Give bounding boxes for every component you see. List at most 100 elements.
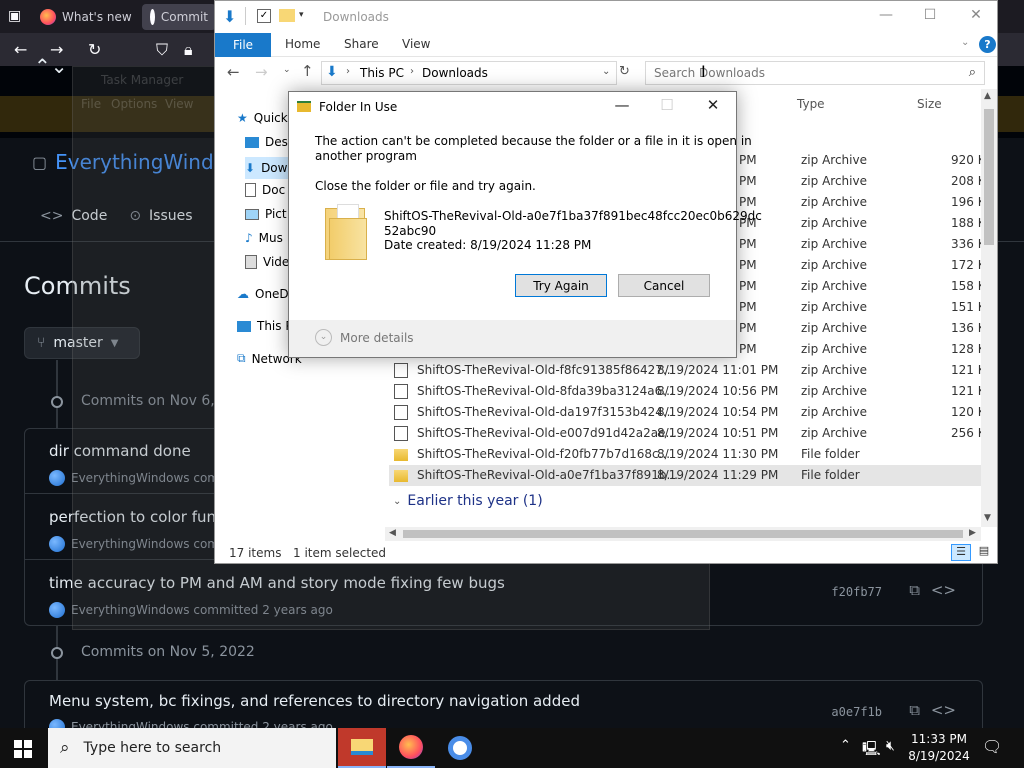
- commit-message[interactable]: Menu system, bc fixings, and references …: [49, 692, 580, 710]
- back-icon[interactable]: ←: [227, 63, 240, 81]
- copy-icon[interactable]: ⧉: [909, 581, 920, 599]
- file-row[interactable]: ShiftOS-TheRevival-Old-f20fb77b7d168c...…: [389, 444, 981, 465]
- commit-group-date: Commits on Nov 5, 2022: [81, 644, 255, 660]
- file-date: PM: [739, 195, 757, 209]
- up-icon[interactable]: ↑: [301, 62, 314, 80]
- scroll-right-icon[interactable]: ▶: [969, 528, 976, 538]
- tab-label: What's new: [62, 10, 132, 24]
- windows-start-icon[interactable]: [14, 740, 32, 758]
- forward-icon[interactable]: →: [255, 63, 268, 81]
- file-row[interactable]: ShiftOS-TheRevival-Old-da197f3153b424...…: [389, 402, 994, 423]
- taskbar-firefox[interactable]: [387, 728, 435, 768]
- back-icon[interactable]: ←: [14, 40, 27, 59]
- taskbar-file-explorer[interactable]: [338, 728, 386, 768]
- nav-label: OneD: [255, 287, 289, 301]
- browser-icon: [448, 736, 472, 760]
- close-icon[interactable]: ✕: [953, 7, 997, 23]
- customize-toolbar-icon[interactable]: ▾: [299, 10, 304, 20]
- dialog-title-bar[interactable]: Folder In Use — ☐ ✕: [289, 92, 736, 122]
- avatar[interactable]: [49, 536, 65, 552]
- scroll-down-icon[interactable]: ▼: [984, 513, 991, 523]
- collapse-icon: ⌄: [393, 495, 402, 507]
- nav-videos[interactable]: Vide: [245, 255, 289, 269]
- nav-this-pc[interactable]: This P: [237, 319, 293, 333]
- ribbon-tab-home[interactable]: Home: [285, 37, 320, 51]
- github-icon: [150, 9, 155, 25]
- code-icon: <>: [40, 208, 64, 224]
- minimize-icon[interactable]: —: [863, 7, 909, 23]
- file-date: 8/19/2024 11:29 PM: [657, 468, 779, 482]
- try-again-button[interactable]: Try Again: [515, 274, 607, 297]
- lock-icon[interactable]: 🔒︎: [184, 40, 193, 60]
- nav-onedrive[interactable]: ☁ OneD: [237, 287, 289, 301]
- reload-icon[interactable]: ↻: [88, 40, 101, 59]
- browse-code-icon[interactable]: <>: [931, 701, 956, 719]
- clock-time: 11:33 PM: [911, 732, 967, 746]
- close-icon[interactable]: ✕: [693, 96, 733, 114]
- expand-ribbon-icon[interactable]: ⌄: [961, 37, 969, 48]
- minimize-icon[interactable]: —: [602, 96, 642, 114]
- ribbon-tab-view[interactable]: View: [402, 37, 430, 51]
- ribbon-tab-file[interactable]: File: [215, 33, 271, 57]
- more-details-toggle[interactable]: ⌄ More details: [315, 329, 414, 346]
- file-row[interactable]: ShiftOS-TheRevival-Old-f8fc91385f86427..…: [389, 360, 994, 381]
- column-header-type[interactable]: Type: [797, 97, 825, 111]
- avatar[interactable]: [49, 602, 65, 618]
- cancel-button[interactable]: Cancel: [618, 274, 710, 297]
- horizontal-scrollbar[interactable]: ◀ ▶: [385, 527, 981, 541]
- ribbon-tab-share[interactable]: Share: [344, 37, 379, 51]
- taskbar-chrome[interactable]: [436, 728, 484, 768]
- file-name-line1: ShiftOS-TheRevival-Old-a0e7f1ba37f891bec…: [384, 209, 762, 223]
- zip-file-icon: [394, 363, 408, 378]
- copy-icon[interactable]: ⧉: [909, 701, 920, 719]
- recent-locations-icon[interactable]: ⌄: [283, 65, 291, 75]
- tab-label: Commit: [160, 10, 208, 24]
- volume-muted-icon[interactable]: 🔇︎: [886, 738, 895, 754]
- nav-pictures[interactable]: Pict: [245, 207, 287, 221]
- scroll-left-icon[interactable]: ◀: [389, 528, 396, 538]
- shield-icon[interactable]: ⛉: [156, 40, 168, 60]
- chevron-icon[interactable]: ⌃⌄: [34, 54, 68, 78]
- group-header[interactable]: ⌄ Earlier this year (1): [393, 493, 543, 509]
- avatar[interactable]: [49, 470, 65, 486]
- scroll-thumb[interactable]: [403, 530, 963, 538]
- notifications-icon[interactable]: 🗨︎: [982, 737, 1002, 756]
- taskbar-clock[interactable]: 11:33 PM 8/19/2024: [908, 731, 970, 765]
- address-dropdown-icon[interactable]: ⌄: [602, 66, 610, 77]
- help-icon[interactable]: ?: [979, 36, 996, 53]
- file-row-selected[interactable]: ShiftOS-TheRevival-Old-a0e7f1ba37f891b..…: [389, 465, 981, 486]
- address-box[interactable]: ⬇ › This PC › Downloads ⌄: [321, 61, 617, 85]
- commit-sha[interactable]: f20fb77: [831, 585, 882, 599]
- breadcrumb-downloads[interactable]: Downloads: [422, 66, 488, 80]
- file-type: zip Archive: [801, 342, 867, 356]
- nav-documents[interactable]: Doc: [245, 183, 285, 197]
- nav-quick-access[interactable]: ★ Quick: [237, 111, 288, 125]
- column-header-size[interactable]: Size: [917, 97, 942, 111]
- network-icon[interactable]: 🖳︎: [862, 738, 881, 762]
- maximize-icon[interactable]: ☐: [907, 7, 953, 23]
- nav-music[interactable]: ♪ Mus: [245, 231, 283, 245]
- tab-commits[interactable]: Commit: [142, 4, 216, 30]
- show-hidden-icons-icon[interactable]: ⌃: [840, 738, 851, 753]
- large-icons-view-icon[interactable]: ▤: [975, 544, 993, 561]
- search-input[interactable]: Search Downloads ⌕: [645, 61, 985, 85]
- explorer-title-bar[interactable]: ⬇ ✓ ▾ Downloads — ☐ ✕: [215, 1, 997, 33]
- vertical-scrollbar[interactable]: ▲ ▼: [981, 89, 997, 527]
- breadcrumb-this-pc[interactable]: This PC: [360, 66, 404, 80]
- browse-code-icon[interactable]: <>: [931, 581, 956, 599]
- file-row[interactable]: ShiftOS-TheRevival-Old-8fda39ba3124a6...…: [389, 381, 994, 402]
- taskbar-search[interactable]: ⌕ Type here to search: [48, 728, 336, 768]
- refresh-icon[interactable]: ↻: [619, 64, 630, 79]
- folder-icon: [394, 470, 408, 482]
- new-folder-icon[interactable]: [279, 9, 295, 22]
- folder-icon: [394, 449, 408, 461]
- scroll-thumb[interactable]: [984, 109, 994, 245]
- file-row[interactable]: ShiftOS-TheRevival-Old-e007d91d42a2ae...…: [389, 423, 994, 444]
- file-type: zip Archive: [801, 300, 867, 314]
- tab-whats-new[interactable]: What's new: [32, 4, 140, 30]
- scroll-up-icon[interactable]: ▲: [984, 91, 991, 101]
- commit-sha[interactable]: a0e7f1b: [831, 705, 882, 719]
- details-view-icon[interactable]: ☰: [951, 544, 971, 561]
- tab-list-icon[interactable]: ▣: [8, 8, 21, 24]
- properties-icon[interactable]: ✓: [257, 9, 271, 23]
